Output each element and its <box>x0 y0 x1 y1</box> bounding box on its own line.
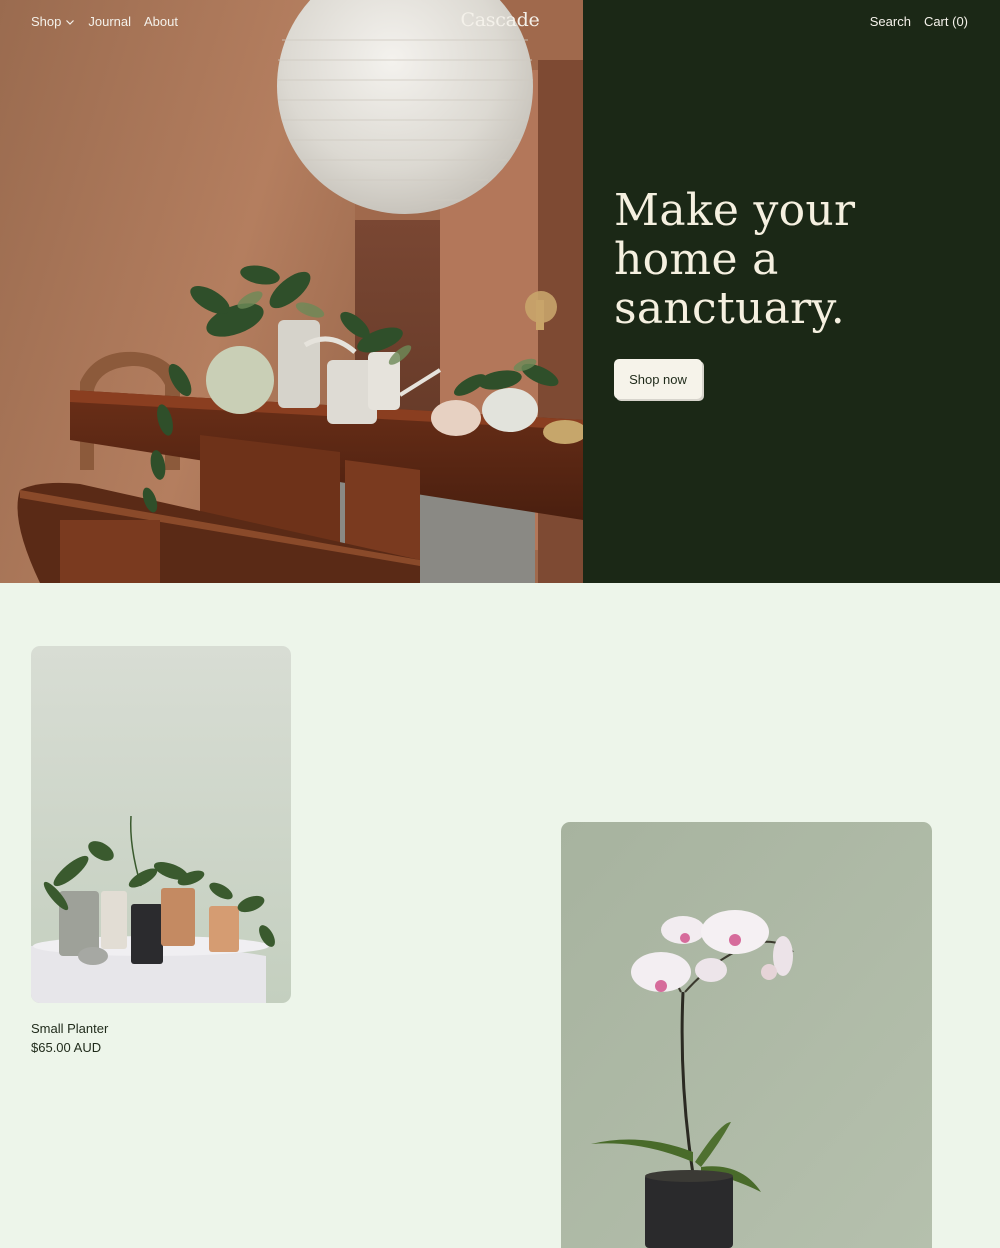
nav-about-link[interactable]: About <box>144 14 178 29</box>
cart-link[interactable]: Cart (0) <box>924 14 968 29</box>
product-price: $65.00 AUD <box>31 1040 102 1055</box>
hero-image-dining-room <box>0 0 583 583</box>
product-name[interactable]: Small Planter <box>31 1021 108 1036</box>
nav-shop-dropdown[interactable]: Shop <box>31 14 75 29</box>
hero-section: Make your home a sanctuary. Shop now <box>0 0 1000 583</box>
site-header: Shop Journal About Cascade Search Cart (… <box>0 0 1000 44</box>
hero-heading-line: Make your <box>614 185 856 236</box>
site-logo[interactable]: Cascade <box>461 9 540 31</box>
product-card-image[interactable] <box>31 646 291 1003</box>
hero-heading: Make your home a sanctuary. <box>614 186 974 333</box>
utility-nav: Search Cart (0) <box>870 14 968 29</box>
hero-heading-line: home a <box>614 234 779 285</box>
nav-shop-label: Shop <box>31 14 62 29</box>
chevron-down-icon <box>66 19 75 25</box>
nav-journal-link[interactable]: Journal <box>88 14 131 29</box>
hero-heading-line: sanctuary. <box>614 283 846 334</box>
product-card-image-orchid[interactable] <box>561 822 932 1248</box>
search-link[interactable]: Search <box>870 14 911 29</box>
shop-now-button[interactable]: Shop now <box>614 359 702 399</box>
primary-nav: Shop Journal About <box>31 14 178 29</box>
